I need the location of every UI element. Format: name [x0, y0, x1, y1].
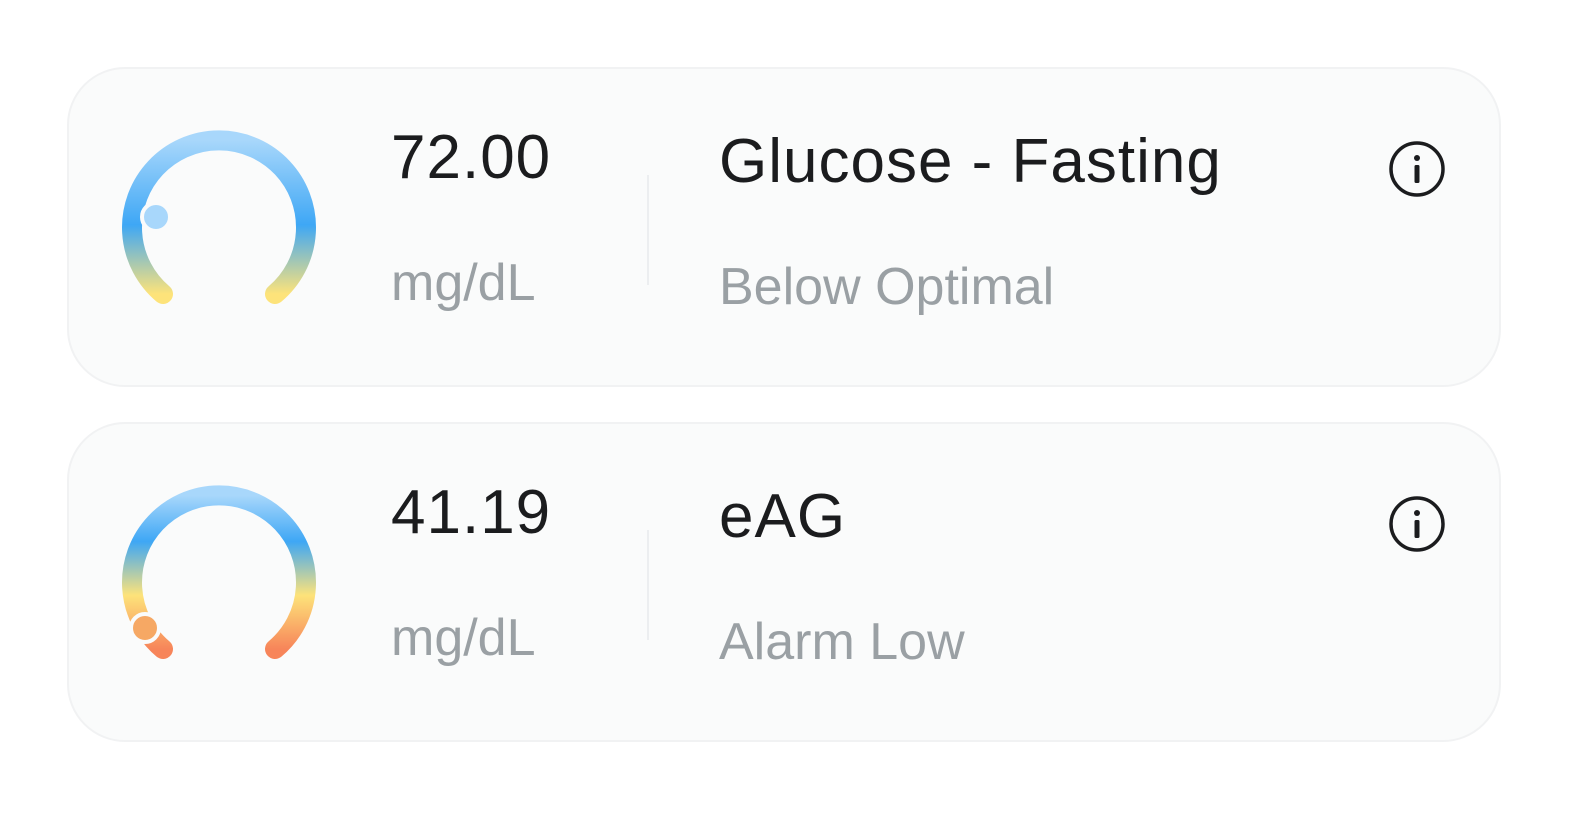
metric-value: 41.19	[391, 478, 552, 547]
metric-value: 72.00	[391, 123, 552, 192]
metric-card-glucose-fasting[interactable]: 72.00 mg/dL Glucose - Fasting Below Opti…	[67, 67, 1501, 387]
gauge	[109, 474, 329, 674]
gauge-arc	[122, 130, 316, 304]
metric-status: Below Optimal	[719, 258, 1055, 316]
metric-status: Alarm Low	[719, 613, 965, 671]
gauge-marker	[129, 612, 161, 644]
info-icon[interactable]	[1389, 496, 1445, 552]
metric-unit: mg/dL	[391, 254, 536, 312]
gauge-arc	[122, 485, 316, 659]
metric-unit: mg/dL	[391, 609, 536, 667]
gauge	[109, 119, 329, 319]
metric-name: Glucose - Fasting	[719, 127, 1222, 196]
metric-card-eag[interactable]: 41.19 mg/dL eAG Alarm Low	[67, 422, 1501, 742]
gauge-marker	[140, 201, 172, 233]
divider	[647, 175, 649, 285]
metric-name: eAG	[719, 482, 847, 551]
divider	[647, 530, 649, 640]
info-icon[interactable]	[1389, 141, 1445, 197]
